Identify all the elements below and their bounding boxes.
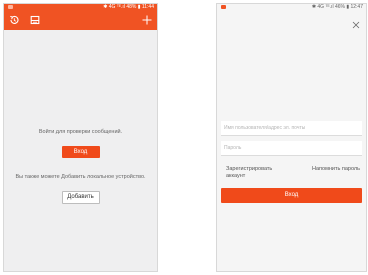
inbox-icon[interactable] xyxy=(29,14,41,26)
plus-icon[interactable] xyxy=(141,14,153,26)
status-text: ✱ 4G ᵀᴱ.ıl 46% ▮ 12:47 xyxy=(311,4,363,10)
notification-icon xyxy=(8,5,13,9)
history-icon[interactable] xyxy=(8,14,20,26)
password-field[interactable] xyxy=(221,141,362,156)
password-input[interactable] xyxy=(224,145,362,151)
register-link[interactable]: Зарегистрировать аккаунт xyxy=(226,166,286,180)
app-bar xyxy=(4,11,157,30)
login-section: Войти для проверки сообщений. Вход xyxy=(4,129,157,158)
main-screen: ✱ 4G ᵀᴱ.ıl 48% ▮ 11:44 Войти для проверк… xyxy=(3,3,158,272)
local-device-prompt: Вы также можете Добавить локальное устро… xyxy=(15,174,146,180)
username-input[interactable] xyxy=(224,125,362,131)
login-button[interactable]: Вход xyxy=(61,146,100,158)
forgot-password-link[interactable]: Напомнить пароль xyxy=(312,166,360,173)
close-icon[interactable] xyxy=(352,21,360,29)
add-device-button[interactable]: Добавить xyxy=(61,191,100,204)
status-text: ✱ 4G ᵀᴱ.ıl 48% ▮ 11:44 xyxy=(103,4,154,10)
login-button[interactable]: Вход xyxy=(221,188,362,203)
status-bar: ✱ 4G ᵀᴱ.ıl 46% ▮ 12:47 xyxy=(217,4,366,11)
status-bar: ✱ 4G ᵀᴱ.ıl 48% ▮ 11:44 xyxy=(4,4,157,11)
notification-icon xyxy=(221,5,226,9)
local-device-section: Вы также можете Добавить локальное устро… xyxy=(4,174,157,204)
login-screen: ✱ 4G ᵀᴱ.ıl 46% ▮ 12:47 Зарегистрировать … xyxy=(216,3,367,272)
login-prompt: Войти для проверки сообщений. xyxy=(38,129,123,135)
username-field[interactable] xyxy=(221,121,362,136)
